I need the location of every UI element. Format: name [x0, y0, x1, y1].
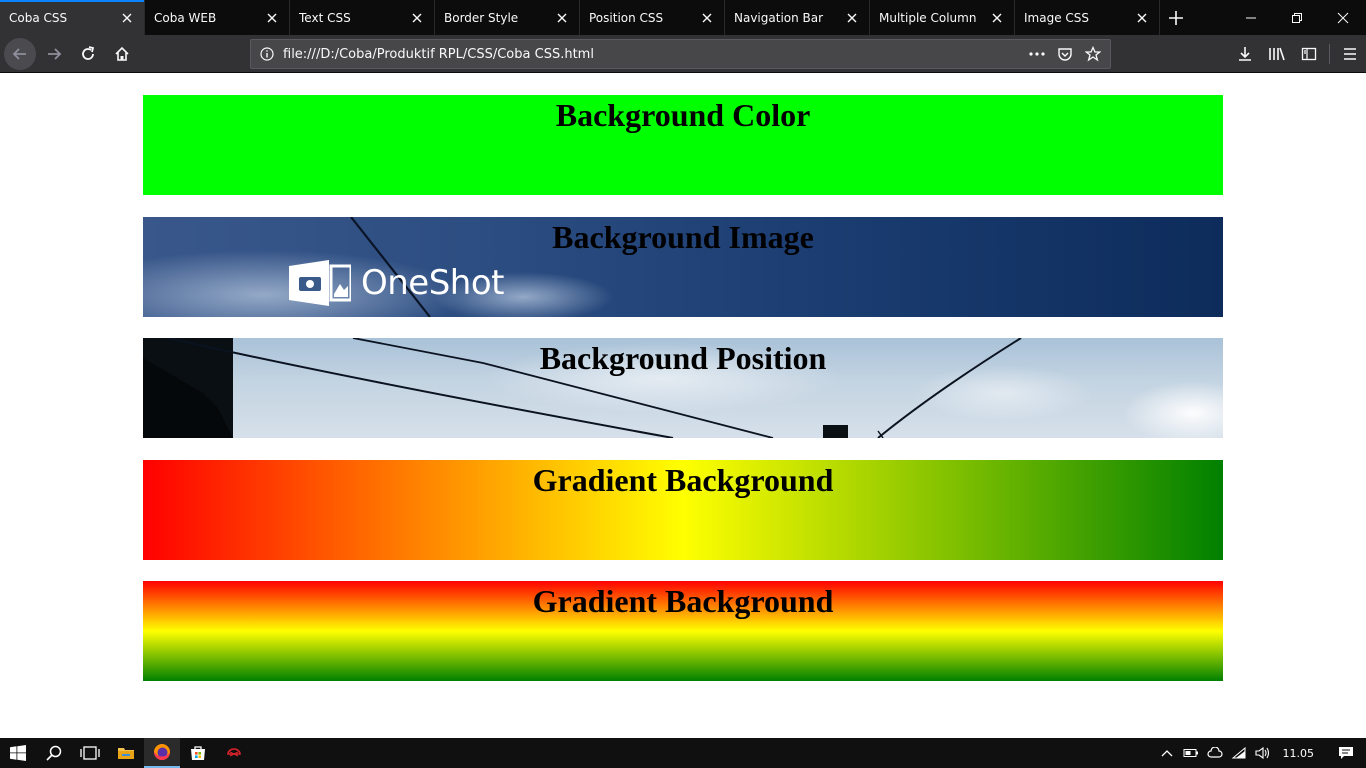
download-icon	[1239, 47, 1251, 61]
close-icon[interactable]	[1129, 5, 1155, 31]
new-tab-button[interactable]	[1160, 0, 1192, 35]
cloud-icon[interactable]	[1203, 738, 1227, 768]
restore-button[interactable]	[1274, 0, 1320, 35]
close-icon[interactable]	[984, 5, 1010, 31]
search-icon[interactable]	[36, 738, 72, 768]
chevron-up-icon[interactable]	[1155, 738, 1179, 768]
bookmark-star-icon[interactable]	[1082, 43, 1104, 65]
nav-toolbar: file:///D:/Coba/Produktif RPL/CSS/Coba C…	[0, 35, 1366, 73]
tab-border-style[interactable]: Border Style	[435, 0, 580, 35]
section-heading: Gradient Background	[532, 462, 834, 498]
tab-position-css[interactable]: Position CSS	[580, 0, 725, 35]
tab-label: Coba CSS	[9, 10, 68, 25]
back-arrow-icon	[12, 47, 26, 60]
file-explorer-icon[interactable]	[108, 738, 144, 768]
section-heading: Gradient Background	[532, 583, 834, 619]
page-content: Background Color OneShot Background Imag…	[0, 74, 1366, 738]
tab-label: Coba WEB	[154, 10, 217, 25]
menu-button[interactable]	[1334, 38, 1366, 70]
tab-coba-css[interactable]: Coba CSS	[0, 0, 145, 35]
firefox-icon[interactable]	[144, 738, 180, 768]
library-button[interactable]	[1261, 38, 1293, 70]
tab-text-css[interactable]: Text CSS	[290, 0, 435, 35]
forward-arrow-icon	[48, 47, 62, 60]
forward-button[interactable]	[38, 38, 70, 70]
close-icon[interactable]	[259, 5, 285, 31]
info-icon[interactable]	[251, 47, 283, 61]
url-text[interactable]: file:///D:/Coba/Produktif RPL/CSS/Coba C…	[283, 47, 1026, 62]
close-icon[interactable]	[114, 5, 140, 31]
sidebar-icon	[1301, 47, 1317, 61]
section-heading: Background Image	[552, 219, 814, 255]
home-icon	[115, 46, 129, 61]
tab-label: Multiple Column	[879, 10, 977, 25]
volume-icon[interactable]	[1251, 738, 1275, 768]
library-icon	[1269, 47, 1285, 61]
taskbar: 11.05	[0, 738, 1366, 768]
tab-label: Image CSS	[1024, 10, 1090, 25]
tab-label: Border Style	[444, 10, 519, 25]
oneshot-watermark: OneShot	[289, 260, 505, 306]
start-icon[interactable]	[0, 738, 36, 768]
app-icon[interactable]	[216, 738, 252, 768]
pocket-icon[interactable]	[1054, 43, 1076, 65]
home-button[interactable]	[106, 38, 138, 70]
tab-label: Text CSS	[299, 10, 351, 25]
url-actions	[1026, 43, 1110, 65]
clock-time[interactable]: 11.05	[1275, 747, 1327, 760]
wifi-icon[interactable]	[1227, 738, 1251, 768]
watermark-text: OneShot	[361, 263, 505, 303]
close-icon[interactable]	[694, 5, 720, 31]
close-icon[interactable]	[404, 5, 430, 31]
store-icon[interactable]	[180, 738, 216, 768]
reload-icon	[82, 45, 95, 60]
reload-button[interactable]	[72, 38, 104, 70]
tab-strip: Coba CSS Coba WEB Text CSS Border Style …	[0, 0, 1366, 35]
battery-icon[interactable]	[1179, 738, 1203, 768]
toolbar-separator	[1329, 44, 1330, 64]
tab-label: Navigation Bar	[734, 10, 824, 25]
tab-image-css[interactable]: Image CSS	[1015, 0, 1160, 35]
tab-multiple-column[interactable]: Multiple Column	[870, 0, 1015, 35]
section-heading: Background Position	[539, 340, 827, 376]
sidebar-button[interactable]	[1293, 38, 1325, 70]
window-controls	[1228, 0, 1366, 35]
plus-icon	[1169, 10, 1183, 25]
background-position-box: Background Position	[143, 338, 1223, 438]
background-image-box: OneShot Background Image	[143, 217, 1223, 317]
vertical-gradient-box: Gradient Background	[143, 581, 1223, 681]
task-view-icon[interactable]	[72, 738, 108, 768]
tab-label: Position CSS	[589, 10, 664, 25]
camera-icon	[289, 260, 351, 306]
tab-navigation-bar[interactable]: Navigation Bar	[725, 0, 870, 35]
horizontal-gradient-box: Gradient Background	[143, 460, 1223, 560]
page-actions-icon[interactable]	[1026, 43, 1048, 65]
notification-icon[interactable]	[1326, 738, 1366, 768]
minimize-button[interactable]	[1228, 0, 1274, 35]
toolbar-right	[1229, 38, 1366, 70]
close-window-button[interactable]	[1320, 0, 1366, 35]
close-icon[interactable]	[549, 5, 575, 31]
tab-coba-web[interactable]: Coba WEB	[145, 0, 290, 35]
back-button[interactable]	[4, 37, 36, 70]
background-color-box: Background Color	[143, 95, 1223, 195]
downloads-button[interactable]	[1229, 38, 1261, 70]
system-tray: 11.05	[1155, 738, 1366, 768]
section-heading: Background Color	[555, 97, 811, 133]
url-bar[interactable]: file:///D:/Coba/Produktif RPL/CSS/Coba C…	[250, 39, 1111, 69]
hamburger-menu-icon	[1344, 48, 1356, 60]
close-icon[interactable]	[839, 5, 865, 31]
